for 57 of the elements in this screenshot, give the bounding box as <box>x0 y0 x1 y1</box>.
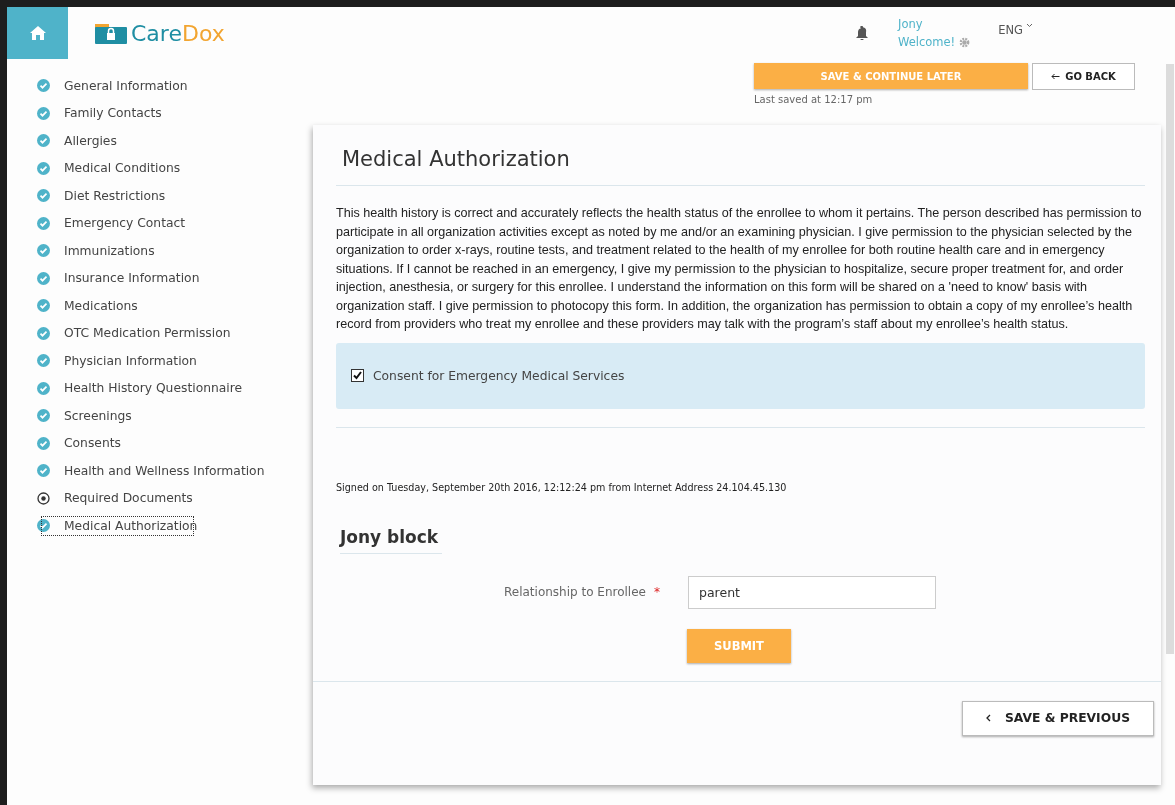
sidebar-item[interactable]: OTC Medication Permission <box>37 319 232 347</box>
sidebar-item[interactable]: Immunizations <box>37 237 156 265</box>
check-circle-icon <box>37 161 50 175</box>
check-circle-icon <box>37 189 50 203</box>
sidebar-item[interactable]: Family Contacts <box>37 99 163 127</box>
language-selector[interactable]: ENG <box>998 23 1023 37</box>
sidebar-item[interactable]: Emergency Contact <box>37 209 187 237</box>
field-label: Relationship to Enrollee <box>504 585 646 599</box>
sidebar-item[interactable]: Health History Questionnaire <box>37 374 244 402</box>
scrollbar[interactable] <box>1166 64 1174 654</box>
sidebar-item[interactable]: Medications <box>37 292 139 320</box>
check-icon <box>353 371 362 380</box>
sidebar-item[interactable]: Medical Conditions <box>37 154 182 182</box>
authorization-statement: This health history is correct and accurately reflects the health status of the enrollee to whom it pertains. The person described has permission to participate in all organization activities except as noted by me and/or an examining physician. I give permission to the physician selected by the organization to order x-rays, routine tests, and treatment related to the health of my enrollee for both routine health care and in emergency situations. If I cannot be reached in an emergency, I give my permission to the physician to hospitalize, secure proper treatment for, and order injection, anesthesia, or surgery for this enrollee. I understand the information on this form will be shared on a 'need to know' basis with organization staff. I give permission to photocopy this form. In addition, the organization has permission to obtain a copy of my enrollee’s health record from providers who treat my enrollee and these providers may talk with the program’s staff about my enrollee’s health status. <box>336 205 1143 333</box>
check-circle-icon <box>37 271 50 285</box>
check-circle-icon <box>37 519 50 533</box>
sidebar-item[interactable]: Insurance Information <box>37 264 201 292</box>
sidebar-item[interactable]: General Information <box>37 72 189 100</box>
sidebar-item[interactable]: Allergies <box>37 127 118 155</box>
sidebar-item[interactable]: Screenings <box>37 402 133 430</box>
brand-name: CareDox <box>131 20 225 46</box>
check-circle-icon <box>37 326 50 340</box>
check-circle-icon <box>37 244 50 258</box>
go-back-button[interactable]: GO BACK <box>1032 63 1135 90</box>
check-circle-icon <box>37 381 50 395</box>
sidebar-item[interactable]: Health and Wellness Information <box>37 457 266 485</box>
checkbox[interactable] <box>351 369 364 382</box>
check-circle-icon <box>37 79 50 93</box>
sidebar-item[interactable]: Consents <box>37 429 122 457</box>
bell-icon[interactable] <box>856 26 868 40</box>
radio-circle-icon <box>37 491 50 505</box>
check-circle-icon <box>37 106 50 120</box>
home-icon <box>29 26 46 40</box>
consent-label: Consent for Emergency Medical Services <box>373 368 625 383</box>
check-circle-icon <box>37 299 50 313</box>
required-mark: * <box>654 585 660 599</box>
signature-name: Jony block <box>340 526 443 554</box>
signature-info: Signed on Tuesday, September 20th 2016, 12:12:24 pm from Internet Address 24.104.45.130 <box>336 481 788 493</box>
last-saved-text: Last saved at 12:17 pm <box>754 94 874 105</box>
save-previous-button[interactable]: SAVE & PREVIOUS <box>962 700 1154 736</box>
sidebar-item[interactable]: Medical Authorization <box>37 512 199 540</box>
check-circle-icon <box>37 354 50 368</box>
sidebar-item[interactable]: Diet Restrictions <box>37 182 167 210</box>
sidebar-item[interactable]: Physician Information <box>37 347 198 375</box>
form-title: Medical Authorization <box>342 146 571 173</box>
check-circle-icon <box>37 409 50 423</box>
sidebar-item[interactable]: Required Documents <box>37 484 194 512</box>
check-circle-icon <box>37 216 50 230</box>
logo-icon <box>95 22 127 44</box>
arrow-left-icon <box>1051 73 1061 80</box>
caret-icon[interactable] <box>1026 23 1033 28</box>
relationship-field[interactable]: parent <box>688 575 936 609</box>
chevron-left-icon <box>986 714 991 722</box>
check-circle-icon <box>37 134 50 148</box>
check-circle-icon <box>37 436 50 450</box>
welcome-text: Welcome! <box>898 35 956 49</box>
check-circle-icon <box>37 464 50 478</box>
